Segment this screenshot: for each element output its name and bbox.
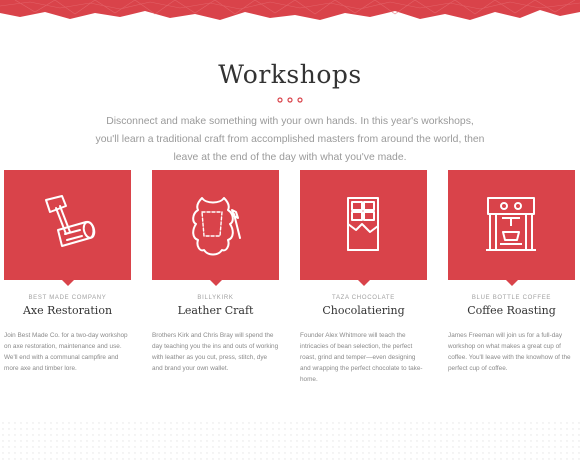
- workshop-company: BEST MADE COMPANY: [28, 295, 107, 301]
- workshop-tile[interactable]: [152, 170, 279, 286]
- workshop-company: TAZA CHOCOLATE: [332, 295, 395, 301]
- workshop-name[interactable]: Axe Restoration: [4, 304, 131, 317]
- bottom-pattern-texture: [0, 420, 580, 460]
- workshop-tile[interactable]: [448, 170, 575, 286]
- workshop-description: Join Best Made Co. for a two-day worksho…: [4, 332, 128, 372]
- workshop-card-coffee-roasting[interactable]: BLUE BOTTLE COFFEE Coffee Roasting James…: [448, 170, 575, 374]
- workshop-name[interactable]: Coffee Roasting: [448, 304, 575, 317]
- title-ornament-dots: [277, 97, 303, 103]
- workshop-name[interactable]: Chocolatiering: [300, 304, 427, 317]
- workshop-tile[interactable]: [4, 170, 131, 286]
- section-title: Workshops: [218, 60, 362, 89]
- workshop-company: BLUE BOTTLE COFFEE: [471, 295, 552, 301]
- axe-log-icon: [45, 195, 96, 247]
- espresso-machine-icon: [486, 197, 536, 251]
- workshop-description: Founder Alex Whitmore will teach the int…: [300, 332, 423, 383]
- leather-hide-icon: [192, 197, 241, 256]
- section-intro: Disconnect and make something with your …: [95, 116, 485, 163]
- chocolate-bar-icon: [347, 197, 379, 251]
- workshop-card-leather-craft[interactable]: BILLYKIRK Leather Craft Brothers Kirk an…: [152, 170, 279, 374]
- workshop-company: BILLYKIRK: [197, 295, 234, 301]
- workshop-card-chocolatiering[interactable]: TAZA CHOCOLATE Chocolatiering Founder Al…: [300, 170, 427, 385]
- workshop-name[interactable]: Leather Craft: [152, 304, 279, 317]
- workshop-card-axe-restoration[interactable]: BEST MADE COMPANY Axe Restoration Join B…: [4, 170, 131, 374]
- workshop-description: James Freeman will join us for a full-da…: [448, 332, 571, 372]
- top-pattern-banner: [0, 0, 580, 20]
- workshop-tile[interactable]: [300, 170, 427, 286]
- workshop-description: Brothers Kirk and Chris Bray will spend …: [152, 332, 279, 372]
